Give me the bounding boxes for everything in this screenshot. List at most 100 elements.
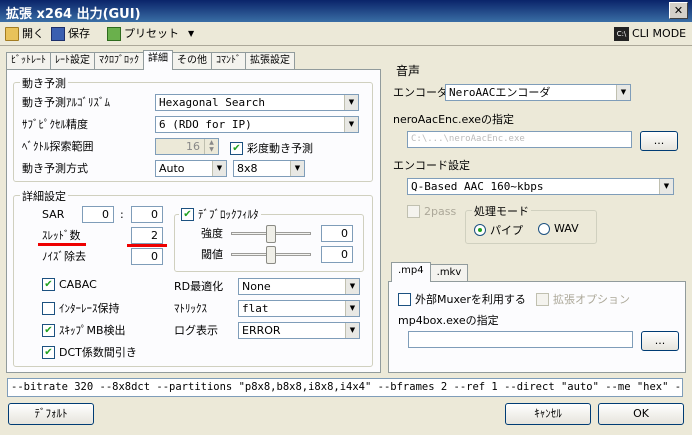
encode-settings-label: エンコード設定 — [393, 159, 470, 172]
deblock-checkbox[interactable]: ✔ ﾃﾞﾌﾞﾛｯｸﾌｨﾙﾀ — [179, 206, 261, 222]
close-icon: ✕ — [673, 4, 684, 17]
slider-thumb[interactable] — [266, 225, 276, 243]
nero-exe-path-input[interactable]: C:\...\neroAacEnc.exe — [407, 131, 632, 148]
nero-exe-browse-button[interactable]: ... — [640, 131, 678, 151]
chroma-me-label: 彩度動き予測 — [247, 142, 313, 155]
noise-reduction-value: 0 — [151, 250, 158, 263]
chevron-down-icon: ▼ — [616, 85, 630, 100]
me-algorithm-label: 動き予測ｱﾙｺﾞﾘｽﾞﾑ — [22, 96, 110, 109]
command-line-preview[interactable]: --bitrate 320 --8x8dct --partitions "p8x… — [7, 378, 683, 397]
matrix-select[interactable]: flat ▼ — [238, 300, 360, 317]
wav-radio[interactable]: WAV — [538, 222, 579, 235]
cli-mode-button[interactable]: C:\ CLI MODE — [614, 25, 686, 43]
preset-icon — [107, 27, 121, 41]
chroma-me-checkbox[interactable]: ✔ 彩度動き予測 — [230, 140, 313, 156]
threshold-value: 0 — [341, 248, 348, 261]
dct-decimate-checkbox[interactable]: ✔ DCT係数間引き — [42, 344, 137, 360]
tab-other[interactable]: その他 — [172, 52, 212, 70]
nero-exe-path-value: C:\...\neroAacEnc.exe — [411, 134, 525, 144]
noise-reduction-label: ﾉｲｽﾞ除去 — [42, 250, 86, 263]
tab-mkv[interactable]: .mkv — [429, 264, 469, 282]
log-value: ERROR — [242, 324, 281, 337]
encode-settings-select[interactable]: Q-Based AAC 160~kbps ▼ — [407, 178, 674, 195]
cancel-button[interactable]: ｷｬﾝｾﾙ — [505, 403, 591, 425]
preset-button[interactable]: プリセット ▼ — [107, 25, 194, 43]
partition-select[interactable]: 8x8 ▼ — [233, 160, 305, 177]
log-select[interactable]: ERROR ▼ — [238, 322, 360, 339]
cli-mode-label: CLI MODE — [632, 27, 687, 40]
rd-select[interactable]: None ▼ — [238, 278, 360, 295]
chevron-down-icon: ▼ — [659, 179, 673, 194]
process-mode-group: 処理モード パイプ WAV — [465, 203, 597, 244]
title-bar: 拡張 x264 出力(GUI) ✕ — [0, 0, 692, 22]
audio-encoder-select[interactable]: NeroAACエンコーダ ▼ — [445, 84, 631, 101]
tab-bitrate[interactable]: ﾋﾞｯﾄﾚｰﾄ — [6, 52, 51, 70]
open-button[interactable]: 開く — [5, 25, 44, 43]
skip-mb-checkbox[interactable]: ✔ ｽｷｯﾌﾟMB検出 — [42, 322, 126, 338]
threshold-input[interactable]: 0 — [321, 246, 353, 263]
sar-height-input[interactable]: 0 — [131, 206, 163, 223]
detail-group-label: 詳細設定 — [20, 188, 68, 204]
motion-group-label: 動き予測 — [20, 75, 68, 91]
floppy-icon — [51, 27, 65, 41]
log-label: ログ表示 — [174, 324, 218, 337]
ext-option-checkbox[interactable]: 拡張オプション — [536, 291, 630, 307]
deblock-label: ﾃﾞﾌﾞﾛｯｸﾌｨﾙﾀ — [198, 208, 259, 221]
tab-macroblock[interactable]: ﾏｸﾛﾌﾞﾛｯｸ — [94, 52, 144, 70]
tab-extended[interactable]: 拡張設定 — [245, 52, 295, 70]
threshold-slider[interactable] — [231, 244, 311, 266]
container-tabs: .mp4 .mkv — [391, 262, 469, 282]
default-button[interactable]: ﾃﾞﾌｫﾙﾄ — [8, 403, 94, 425]
tab-detail[interactable]: 詳細 — [143, 50, 173, 70]
twopass-checkbox[interactable]: 2pass — [407, 205, 456, 218]
sar-width-input[interactable]: 0 — [82, 206, 114, 223]
rd-label: RD最適化 — [174, 280, 224, 293]
chevron-down-icon: ▼ — [344, 95, 358, 110]
tab-rate-settings[interactable]: ﾚｰﾄ設定 — [50, 52, 95, 70]
checkbox-empty — [398, 292, 411, 306]
save-button[interactable]: 保存 — [51, 25, 90, 43]
search-range-stepper[interactable]: 16 ▲ ▼ — [155, 138, 219, 155]
slider-thumb[interactable] — [266, 246, 276, 264]
cabac-checkbox[interactable]: ✔ CABAC — [42, 278, 97, 291]
strength-input[interactable]: 0 — [321, 225, 353, 242]
strength-slider[interactable] — [231, 223, 311, 245]
strength-value: 0 — [341, 227, 348, 240]
subpel-select[interactable]: 6 (RDO for IP) ▼ — [155, 116, 359, 133]
twopass-label: 2pass — [424, 205, 457, 218]
folder-open-icon — [5, 27, 19, 41]
matrix-value: flat — [242, 302, 269, 315]
tab-mp4[interactable]: .mp4 — [391, 262, 431, 282]
matrix-label: ﾏﾄﾘｯｸｽ — [174, 302, 207, 315]
threads-label: ｽﾚｯﾄﾞ数 — [42, 229, 81, 242]
audio-title: 音声 — [396, 64, 421, 78]
tab-command[interactable]: ｺﾏﾝﾄﾞ — [211, 52, 246, 70]
highlight-underline — [38, 243, 86, 246]
chevron-down-icon: ▼ — [344, 117, 358, 132]
me-algorithm-select[interactable]: Hexagonal Search ▼ — [155, 94, 359, 111]
sar-separator: : — [120, 208, 124, 221]
external-muxer-checkbox[interactable]: 外部Muxerを利用する — [398, 291, 526, 307]
rd-value: None — [242, 280, 271, 293]
pipe-label: パイプ — [490, 224, 523, 237]
interlace-checkbox[interactable]: ｲﾝﾀｰﾚｰｽ保持 — [42, 300, 120, 316]
close-button[interactable]: ✕ — [669, 2, 688, 19]
noise-reduction-input[interactable]: 0 — [131, 248, 163, 265]
threads-input[interactable]: 2 — [131, 227, 163, 244]
interlace-label: ｲﾝﾀｰﾚｰｽ保持 — [59, 302, 120, 315]
ok-button[interactable]: OK — [598, 403, 684, 425]
mp4box-path-input[interactable] — [408, 331, 633, 348]
motion-group: 動き予測 動き予測ｱﾙｺﾞﾘｽﾞﾑ Hexagonal Search ▼ ｻﾌﾞﾋ… — [13, 75, 373, 182]
chevron-down-icon: ▼ — [345, 301, 359, 316]
search-range-label: ﾍﾞｸﾄﾙ探索範囲 — [22, 140, 94, 153]
console-icon: C:\ — [614, 27, 629, 41]
sar-width-value: 0 — [102, 208, 109, 221]
checkbox-empty — [407, 205, 420, 218]
me-method-select[interactable]: Auto ▼ — [155, 160, 227, 177]
chevron-down-icon: ▼ — [290, 161, 304, 176]
check-icon: ✔ — [42, 323, 55, 337]
threshold-label: 閾値 — [201, 248, 223, 261]
pipe-radio[interactable]: パイプ — [474, 222, 523, 238]
detail-panel: 動き予測 動き予測ｱﾙｺﾞﾘｽﾞﾑ Hexagonal Search ▼ ｻﾌﾞﾋ… — [6, 69, 381, 373]
mp4box-browse-button[interactable]: ... — [641, 331, 679, 351]
